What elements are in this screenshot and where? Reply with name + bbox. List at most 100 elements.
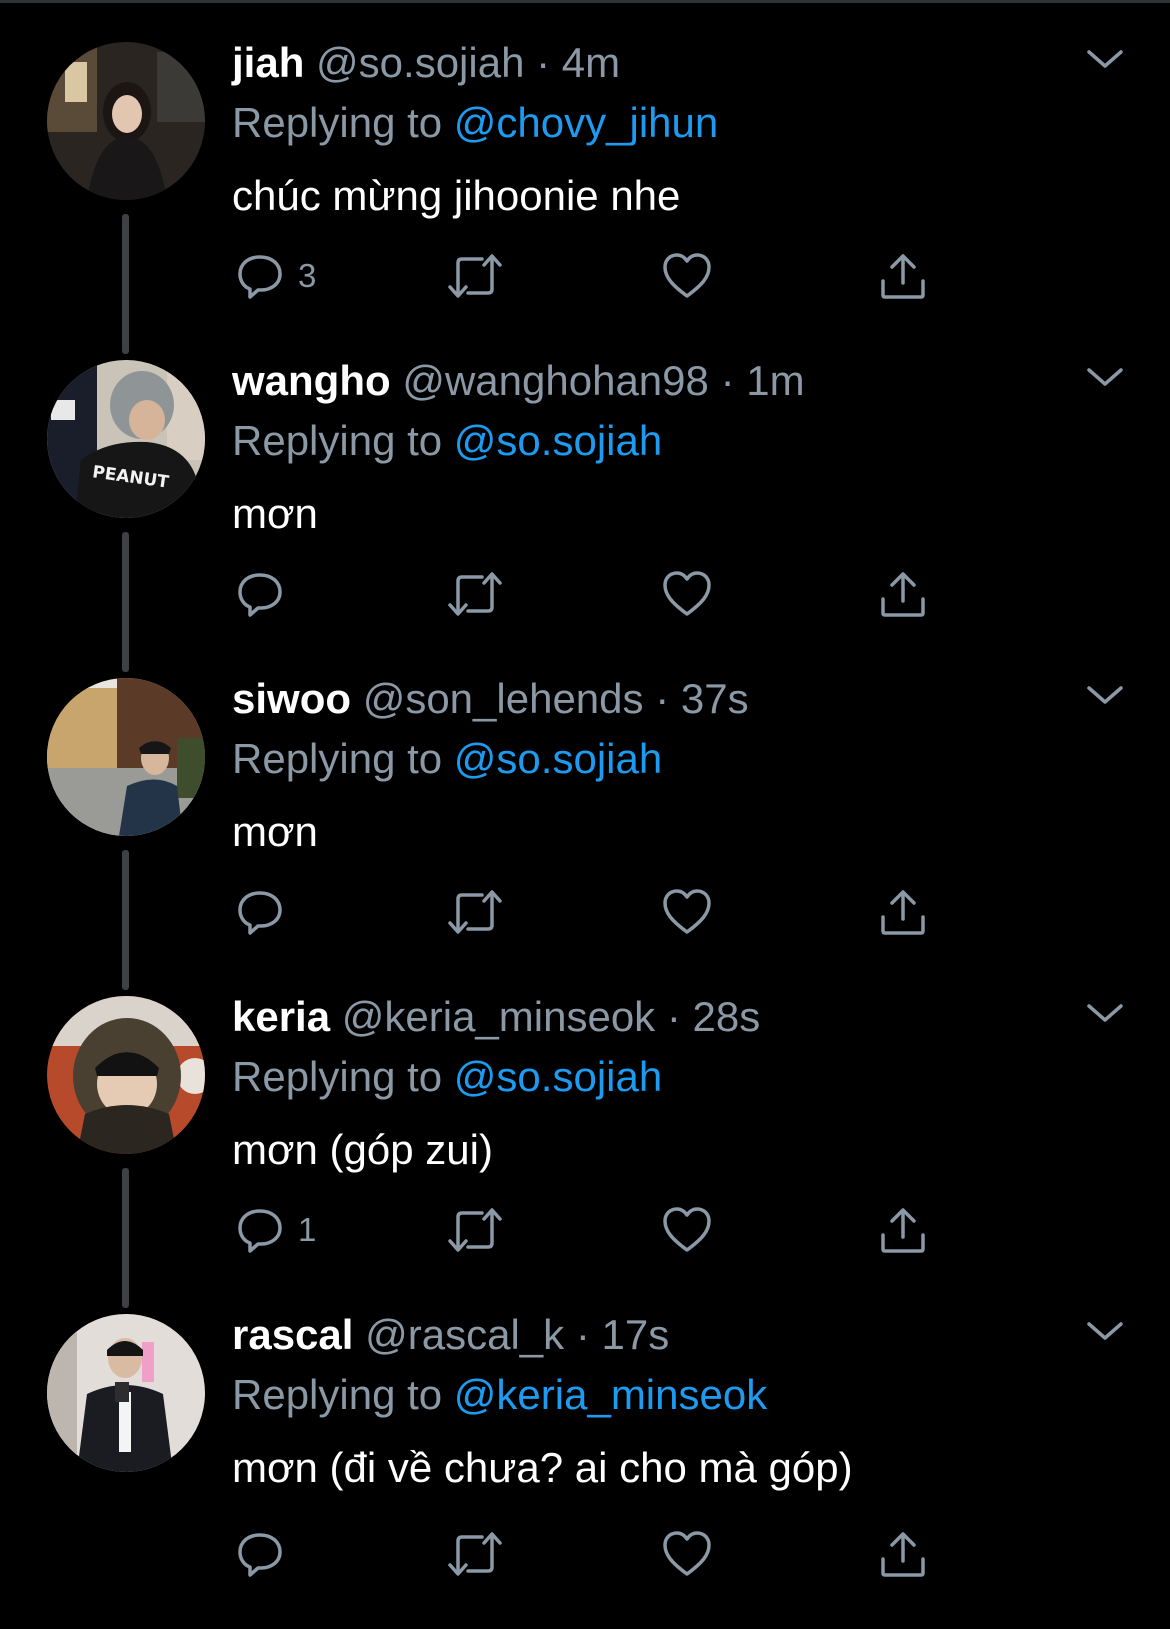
like-button[interactable]	[662, 1200, 712, 1260]
tweet-actions	[232, 882, 952, 942]
avatar[interactable]	[47, 42, 205, 200]
avatar[interactable]	[47, 996, 205, 1154]
reply-icon	[238, 573, 282, 617]
display-name[interactable]: siwoo	[232, 675, 351, 722]
share-icon	[881, 1532, 925, 1577]
reply-icon	[238, 255, 282, 299]
display-name[interactable]: rascal	[232, 1311, 353, 1358]
like-button[interactable]	[662, 1524, 712, 1584]
tweet-actions: 1	[232, 1200, 952, 1260]
separator-dot: ·	[575, 1311, 590, 1358]
reply-button[interactable]: 1	[236, 1200, 316, 1260]
tweet-rascal[interactable]: rascal @rascal_k · 17s Replying to @keri…	[0, 1272, 1170, 1602]
tweet-header: keria @keria_minseok · 28s	[232, 992, 760, 1042]
replying-to: Replying to @so.sojiah	[232, 734, 662, 784]
replying-label: Replying to	[232, 99, 443, 146]
retweet-button[interactable]	[446, 1524, 504, 1584]
like-button[interactable]	[662, 246, 712, 306]
replying-label: Replying to	[232, 735, 443, 782]
share-icon	[881, 890, 925, 935]
timestamp[interactable]: 17s	[602, 1311, 670, 1358]
heart-icon	[663, 1531, 711, 1576]
reply-icon	[238, 1209, 282, 1253]
chevron-down-icon[interactable]	[1083, 1316, 1127, 1346]
heart-icon	[663, 889, 711, 934]
tweet-actions: 3	[232, 246, 952, 306]
retweet-icon	[448, 1532, 502, 1576]
chevron-down-icon[interactable]	[1083, 44, 1127, 74]
share-icon	[881, 572, 925, 617]
tweet-header: rascal @rascal_k · 17s	[232, 1310, 669, 1360]
tweet-keria[interactable]: keria @keria_minseok · 28s Replying to @…	[0, 954, 1170, 1308]
handle[interactable]: @rascal_k	[365, 1311, 564, 1358]
separator-dot: ·	[655, 675, 670, 722]
replying-to: Replying to @keria_minseok	[232, 1370, 767, 1420]
tweet-header: siwoo @son_lehends · 37s	[232, 674, 749, 724]
like-button[interactable]	[662, 564, 712, 624]
timestamp[interactable]: 28s	[693, 993, 761, 1040]
share-icon	[881, 1208, 925, 1253]
share-button[interactable]	[878, 1200, 928, 1260]
reply-count: 3	[298, 257, 317, 294]
tweet-jiah[interactable]: jiah @so.sojiah · 4m Replying to @chovy_…	[0, 0, 1170, 354]
display-name[interactable]: jiah	[232, 39, 304, 86]
mention-link[interactable]: @so.sojiah	[454, 417, 662, 464]
share-button[interactable]	[878, 1524, 928, 1584]
timestamp[interactable]: 37s	[681, 675, 749, 722]
tweet-actions	[232, 1524, 952, 1584]
handle[interactable]: @so.sojiah	[316, 39, 524, 86]
mention-link[interactable]: @so.sojiah	[454, 1053, 662, 1100]
handle[interactable]: @wanghohan98	[402, 357, 709, 404]
separator-dot: ·	[666, 993, 681, 1040]
retweet-icon	[448, 254, 502, 298]
reply-button[interactable]	[236, 564, 298, 624]
like-button[interactable]	[662, 882, 712, 942]
display-name[interactable]: keria	[232, 993, 330, 1040]
replying-to: Replying to @chovy_jihun	[232, 98, 718, 148]
timestamp[interactable]: 1m	[746, 357, 804, 404]
separator-dot: ·	[720, 357, 735, 404]
reply-icon	[238, 891, 282, 935]
avatar[interactable]: PEANUT	[47, 360, 205, 518]
mention-link[interactable]: @chovy_jihun	[454, 99, 718, 146]
timestamp[interactable]: 4m	[562, 39, 620, 86]
tweet-siwoo[interactable]: siwoo @son_lehends · 37s Replying to @so…	[0, 636, 1170, 990]
retweet-icon	[448, 890, 502, 934]
tweet-text: mơn	[232, 490, 318, 537]
reply-button[interactable]	[236, 1524, 298, 1584]
replying-to: Replying to @so.sojiah	[232, 416, 662, 466]
handle[interactable]: @son_lehends	[363, 675, 644, 722]
retweet-icon	[448, 1208, 502, 1252]
share-icon	[881, 254, 925, 299]
retweet-icon	[448, 572, 502, 616]
reply-button[interactable]	[236, 882, 298, 942]
tweet-header: wangho @wanghohan98 · 1m	[232, 356, 805, 406]
share-button[interactable]	[878, 882, 928, 942]
tweet-text: mơn (góp zui)	[232, 1126, 493, 1173]
heart-icon	[663, 571, 711, 616]
replying-label: Replying to	[232, 1371, 443, 1418]
chevron-down-icon[interactable]	[1083, 998, 1127, 1028]
display-name[interactable]: wangho	[232, 357, 391, 404]
retweet-button[interactable]	[446, 246, 504, 306]
tweet-actions	[232, 564, 952, 624]
replying-to: Replying to @so.sojiah	[232, 1052, 662, 1102]
share-button[interactable]	[878, 246, 928, 306]
retweet-button[interactable]	[446, 564, 504, 624]
retweet-button[interactable]	[446, 882, 504, 942]
mention-link[interactable]: @keria_minseok	[454, 1371, 767, 1418]
tweet-wangho[interactable]: PEANUT wangho @wanghohan98 · 1m Replying…	[0, 318, 1170, 672]
mention-link[interactable]: @so.sojiah	[454, 735, 662, 782]
reply-button[interactable]: 3	[236, 246, 316, 306]
reply-count: 1	[298, 1211, 317, 1248]
avatar[interactable]	[47, 678, 205, 836]
separator-dot: ·	[536, 39, 551, 86]
handle[interactable]: @keria_minseok	[342, 993, 655, 1040]
heart-icon	[663, 1207, 711, 1252]
avatar[interactable]	[47, 1314, 205, 1472]
retweet-button[interactable]	[446, 1200, 504, 1260]
chevron-down-icon[interactable]	[1083, 362, 1127, 392]
share-button[interactable]	[878, 564, 928, 624]
chevron-down-icon[interactable]	[1083, 680, 1127, 710]
tweet-header: jiah @so.sojiah · 4m	[232, 38, 620, 88]
